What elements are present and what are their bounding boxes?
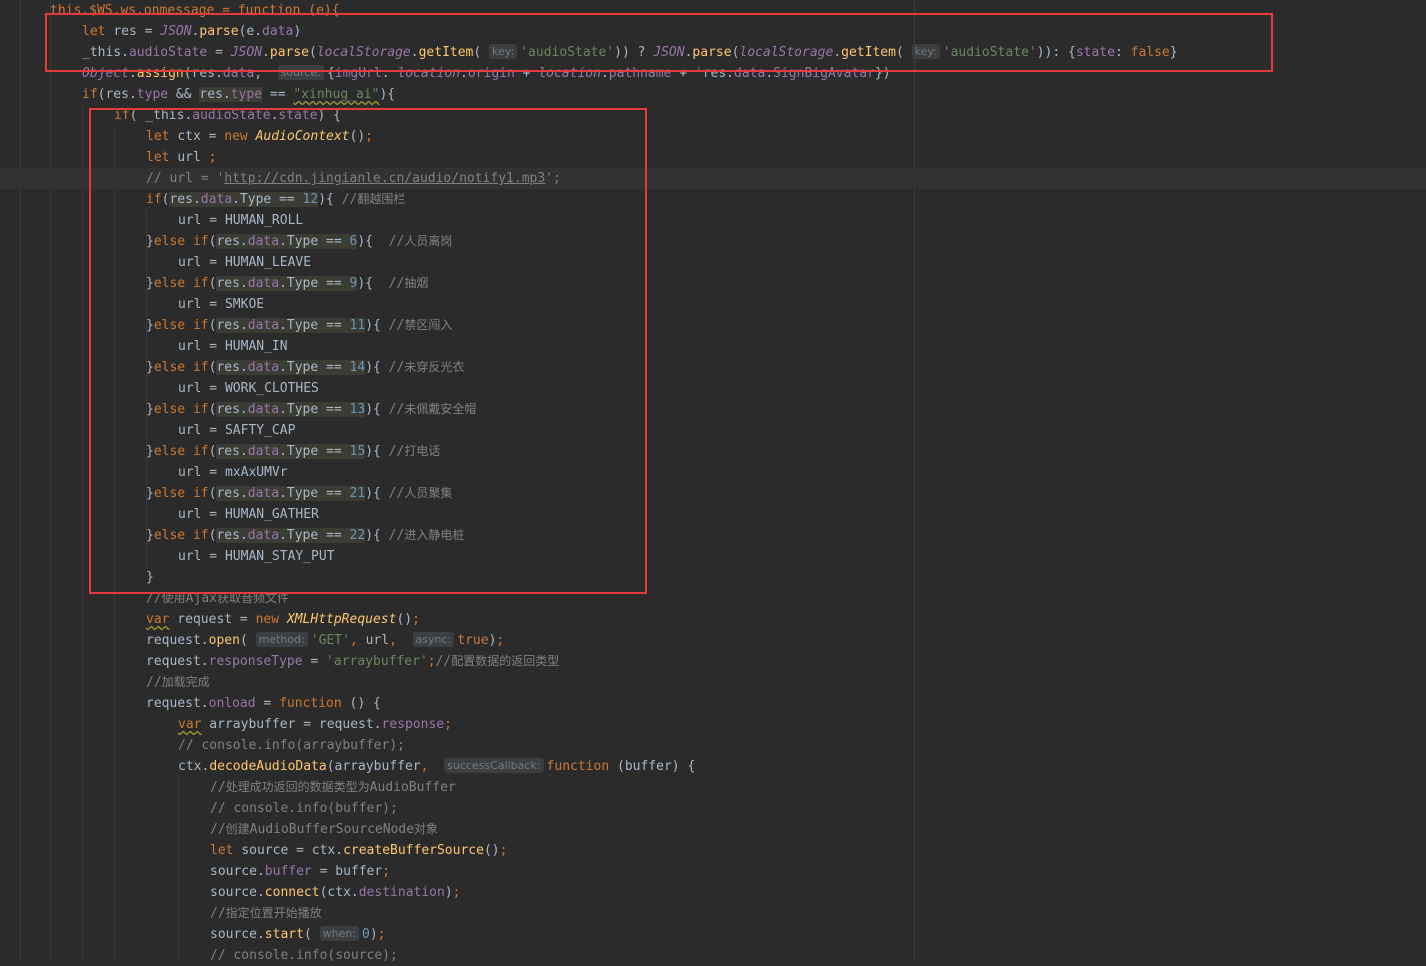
code-line[interactable]: // url = 'http://cdn.jingianle.cn/audio/… <box>146 168 561 189</box>
code-line[interactable]: // console.info(source); <box>210 945 398 966</box>
code-line[interactable]: }else if(res.data.Type == 9){ //抽烟 <box>146 273 428 294</box>
code-line[interactable]: this.$WS.ws.onmessage = function (e){ <box>50 0 340 21</box>
code-editor[interactable]: this.$WS.ws.onmessage = function (e){ le… <box>0 0 1426 963</box>
indent-guide <box>178 777 179 960</box>
code-line[interactable]: request.open( method: 'GET', url, async: t… <box>146 630 504 651</box>
code-line[interactable]: // console.info(arraybuffer); <box>178 735 405 756</box>
code-line[interactable]: //使用Ajax获取音频文件 <box>146 588 289 609</box>
code-text: this.$WS.ws.onmessage = function (e){ <box>50 3 340 18</box>
code-line[interactable]: ctx.decodeAudioData(arraybuffer, success… <box>178 756 695 777</box>
code-line[interactable]: url = HUMAN_ROLL <box>178 210 303 231</box>
code-line[interactable]: }else if(res.data.Type == 6){ //人员离岗 <box>146 231 452 252</box>
code-line[interactable]: url = WORK_CLOTHES <box>178 378 319 399</box>
parameter-hint: key: <box>489 44 518 59</box>
code-line[interactable]: if(res.data.Type == 12){ //翻越围栏 <box>146 189 405 210</box>
code-line[interactable]: }else if(res.data.Type == 22){ //进入静电桩 <box>146 525 464 546</box>
code-line[interactable]: //处理成功返回的数据类型为AudioBuffer <box>210 777 456 798</box>
code-line[interactable]: _this.audioState = JSON.parse(localStora… <box>82 42 1178 63</box>
parameter-hint: when: <box>319 926 360 941</box>
parameter-hint: method: <box>255 632 308 647</box>
code-line[interactable]: //创建AudioBufferSourceNode对象 <box>210 819 438 840</box>
code-line[interactable]: url = HUMAN_GATHER <box>178 504 319 525</box>
right-margin-guide <box>914 0 915 960</box>
code-line[interactable]: let source = ctx.createBufferSource(); <box>210 840 507 861</box>
indent-guide <box>82 105 83 960</box>
code-line[interactable]: //指定位置开始播放 <box>210 903 322 924</box>
code-line[interactable]: var arraybuffer = request.response; <box>178 714 452 735</box>
gutter-divider <box>20 0 21 960</box>
code-line[interactable]: url = SAFTY_CAP <box>178 420 295 441</box>
code-line[interactable]: url = HUMAN_IN <box>178 336 288 357</box>
code-line[interactable]: if(res.type && res.type == "xinhug_ai"){ <box>82 84 395 105</box>
code-line[interactable]: } <box>146 567 154 588</box>
code-line[interactable]: url = SMKOE <box>178 294 264 315</box>
code-line[interactable]: let res = JSON.parse(e.data) <box>82 21 301 42</box>
parameter-hint: key: <box>911 44 940 59</box>
code-line[interactable]: url = HUMAN_LEAVE <box>178 252 311 273</box>
indent-guide <box>114 126 115 960</box>
code-line[interactable]: }else if(res.data.Type == 11){ //禁区闯入 <box>146 315 452 336</box>
code-line[interactable]: }else if(res.data.Type == 13){ //未佩戴安全帽 <box>146 399 476 420</box>
indent-guide <box>146 210 147 567</box>
code-line[interactable]: let url ; <box>146 147 216 168</box>
code-line[interactable]: request.responseType = 'arraybuffer';//配… <box>146 651 559 672</box>
code-line[interactable]: let ctx = new AudioContext(); <box>146 126 373 147</box>
code-line[interactable]: // console.info(buffer); <box>210 798 398 819</box>
code-line[interactable]: source.buffer = buffer; <box>210 861 390 882</box>
code-line[interactable]: if( _this.audioState.state) { <box>114 105 341 126</box>
code-line[interactable]: //加载完成 <box>146 672 210 693</box>
code-line[interactable]: source.start( when: 0); <box>210 924 386 945</box>
code-line[interactable]: request.onload = function () { <box>146 693 381 714</box>
code-line[interactable]: url = mxAxUMVr <box>178 462 288 483</box>
parameter-hint: successCallback: <box>444 758 544 773</box>
code-line[interactable]: }else if(res.data.Type == 15){ //打电话 <box>146 441 440 462</box>
code-line[interactable]: }else if(res.data.Type == 14){ //未穿反光衣 <box>146 357 464 378</box>
code-line[interactable]: source.connect(ctx.destination); <box>210 882 460 903</box>
parameter-hint: async: <box>412 632 455 647</box>
code-line[interactable]: var request = new XMLHttpRequest(); <box>146 609 420 630</box>
parameter-hint: source: <box>277 65 324 80</box>
code-line[interactable]: Object.assign(res.data, source: {imgUrl: … <box>82 63 891 84</box>
code-line[interactable]: }else if(res.data.Type == 21){ //人员聚集 <box>146 483 452 504</box>
code-line[interactable]: url = HUMAN_STAY_PUT <box>178 546 335 567</box>
indent-guide <box>50 0 51 960</box>
